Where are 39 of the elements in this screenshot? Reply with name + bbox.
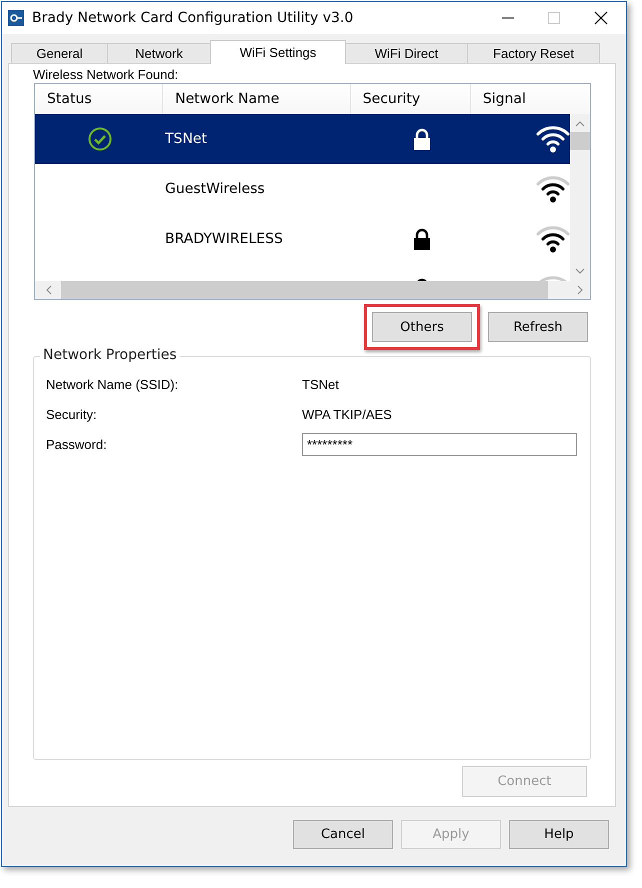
tab[interactable]: General (11, 43, 108, 63)
dialog-button[interactable]: Help (509, 820, 609, 849)
password-field[interactable]: ********* (302, 432, 577, 456)
tab[interactable]: WiFi Settings (210, 40, 346, 64)
column-header[interactable]: Security (350, 84, 471, 114)
scroll-up-icon[interactable] (575, 120, 585, 128)
field-value: WPA TKIP/AES (302, 406, 392, 422)
scroll-left-icon[interactable] (45, 285, 53, 295)
network-name: GuestWireless (165, 181, 265, 197)
maximize-icon[interactable] (548, 12, 560, 24)
scroll-right-icon[interactable] (576, 285, 584, 295)
action-button[interactable]: Others (372, 312, 472, 342)
network-row[interactable]: TSNet (35, 114, 570, 164)
network-row[interactable]: GuestWireless (35, 164, 570, 214)
field-label: Security: (46, 406, 98, 422)
column-header[interactable]: Network Name (163, 84, 351, 114)
dialog-button[interactable]: Cancel (293, 820, 393, 849)
vertical-scrollbar[interactable] (570, 114, 590, 281)
field-label: Password: (46, 436, 108, 452)
field-value: TSNet (302, 376, 339, 392)
action-button[interactable]: Refresh (488, 312, 588, 342)
scrollbar-thumb[interactable] (570, 132, 590, 150)
wifi-icon (536, 225, 570, 253)
close-icon[interactable] (594, 11, 608, 25)
wifi-icon (536, 125, 570, 153)
tab[interactable]: Network (107, 43, 211, 63)
tab[interactable]: WiFi Direct (345, 43, 468, 63)
field-label: Network Name (SSID): (46, 376, 180, 392)
list-label: Wireless Network Found: (33, 67, 180, 82)
network-name: BRADYWIRELESS (165, 231, 283, 247)
column-header[interactable]: Status (35, 84, 164, 114)
tab[interactable]: Factory Reset (467, 43, 600, 63)
scroll-down-icon[interactable] (575, 267, 585, 275)
window-title: Brady Network Card Configuration Utility v3.0 (32, 10, 354, 26)
wifi-icon (536, 175, 570, 203)
network-row[interactable]: BRADYWIRELESS (35, 214, 570, 264)
network-name: TSNet (165, 131, 208, 147)
app-icon (8, 10, 24, 26)
group-title: Network Properties (40, 347, 180, 363)
